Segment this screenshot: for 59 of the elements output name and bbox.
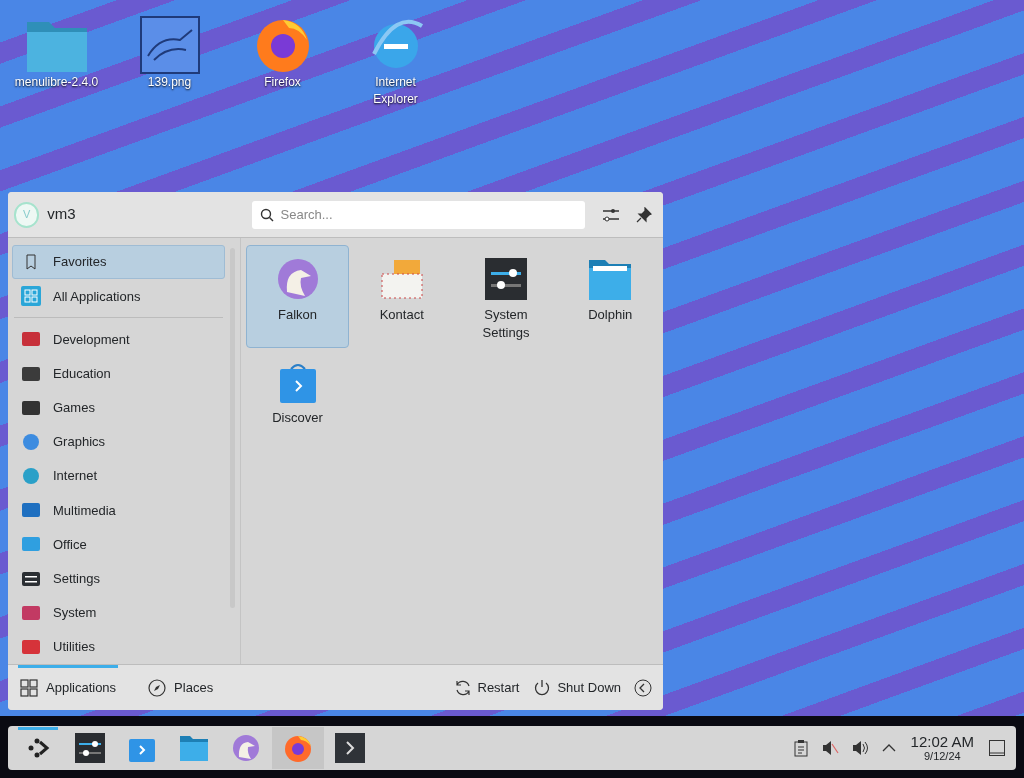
pin-icon [636,206,653,223]
desktop-icon[interactable]: Internet Explorer [339,6,452,108]
sidebar-item[interactable]: Development [12,322,225,357]
folder-icon [588,258,633,300]
refresh-icon [453,678,472,697]
settings-icon [602,206,621,223]
app-tile[interactable]: Falkon [246,245,349,348]
sidebar-item[interactable]: Favorites [12,245,225,280]
desktop-icon-label: menulibre-2.4.0 [14,74,99,91]
sidebar-item[interactable]: Utilities [12,629,225,664]
chevron-left-icon [634,678,652,697]
desktop-icon-label: Firefox [263,74,302,91]
desktop-icon-label: Internet Explorer [372,74,419,108]
image-thumbnail-icon [139,16,200,74]
folder-icon [179,735,209,761]
user-name: vm3 [47,204,77,225]
back-button[interactable] [633,677,653,698]
shopping-bag-icon [277,361,318,403]
envelope-icon [379,258,424,300]
clock-time: 12:02 AM [910,733,974,750]
sidebar-item[interactable]: Multimedia [12,493,225,528]
app-tile[interactable]: Discover [246,348,349,451]
grid-icon [20,678,38,697]
grid-icon [21,286,41,307]
chevron-up-icon[interactable] [880,742,897,754]
sidebar-item[interactable]: Games [12,390,225,425]
search-icon [259,207,274,222]
clipboard-icon[interactable] [792,739,809,757]
sidebar-item[interactable]: Education [12,356,225,391]
desktop-icon[interactable]: menulibre-2.4.0 [0,6,113,108]
sidebar-item[interactable]: All Applications [12,279,225,314]
desktop-icon-label: 139.png [146,74,193,91]
sliders-icon [485,258,527,300]
restart-button[interactable]: Restart [451,672,522,703]
sidebar-item[interactable]: Settings [12,561,225,596]
app-tile[interactable]: System Settings [454,245,558,348]
desktop-icon[interactable]: Firefox [226,6,339,108]
bird-icon [232,734,260,762]
sidebar-item[interactable]: Internet [12,459,225,494]
app-tile[interactable]: Kontact [350,245,454,348]
compass-icon [148,678,167,697]
footer-tab[interactable]: Places [146,667,216,708]
bird-icon [276,258,319,300]
sliders-icon [75,733,105,763]
desktop-icon[interactable]: 139.png [113,6,226,108]
clock-date: 9/12/24 [923,750,961,763]
sidebar-item[interactable]: Office [12,527,225,562]
power-icon [533,678,552,697]
app-tile[interactable]: Dolphin [558,245,662,348]
sidebar-item[interactable]: System [12,595,225,630]
shut-down-button[interactable]: Shut Down [531,672,623,703]
footer-tab[interactable]: Applications [18,667,119,708]
search-field[interactable]: Search... [251,200,585,229]
speaker-muted-icon[interactable] [820,739,839,757]
sidebar-item[interactable]: Graphics [12,424,225,459]
clock[interactable]: 12:02 AM 9/12/24 [910,733,974,763]
terminal-icon [335,733,365,763]
speaker-icon[interactable] [850,739,869,757]
show-desktop-icon[interactable] [988,739,1006,757]
